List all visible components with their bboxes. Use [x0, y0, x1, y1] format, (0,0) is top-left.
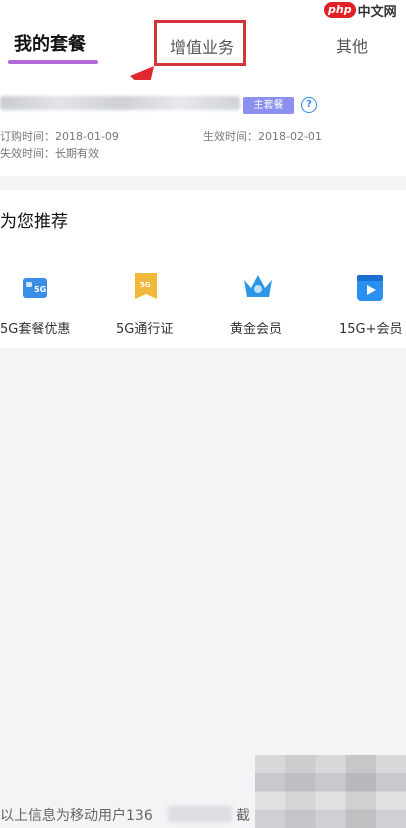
tab-other[interactable]: 其他 [336, 33, 368, 57]
svg-text:5G: 5G [140, 281, 151, 289]
help-icon[interactable]: ? [301, 97, 317, 113]
svg-text:5G: 5G [34, 285, 46, 294]
footer-number-blurred [168, 806, 232, 822]
crown-icon[interactable] [241, 271, 275, 307]
active-tab-indicator [8, 60, 98, 64]
footer-notice: 以上信息为移动用户136 [0, 808, 153, 824]
package-name-blurred [0, 96, 240, 110]
recommend-title: 为您推荐 [0, 212, 68, 232]
expire-time: 失效时间：长期有效 [0, 147, 99, 160]
watermark-text: 中文网 [357, 4, 397, 20]
rec-label-15g-member[interactable]: 15G+会员 [339, 318, 403, 337]
sim-5g-icon[interactable]: 5G [22, 277, 48, 303]
site-watermark: php 中文网 [324, 0, 397, 20]
tab-bar: 我的套餐 增值业务 其他 php 中文网 [0, 0, 406, 80]
rec-label-gold-member[interactable]: 黄金会员 [230, 318, 282, 337]
footer-tail: 截 [236, 808, 250, 824]
effective-time: 生效时间：2018-02-01 [203, 130, 322, 143]
main-package-badge: 主套餐 [243, 97, 294, 114]
rec-label-5g-pass[interactable]: 5G通行证 [116, 318, 173, 337]
order-time: 订购时间：2018-01-09 [0, 130, 119, 143]
mosaic-overlay [255, 755, 406, 828]
5g-pass-icon[interactable]: 5G [133, 272, 159, 306]
highlight-box [154, 20, 246, 66]
video-play-icon[interactable] [356, 272, 384, 306]
rec-label-5g-package[interactable]: 5G套餐优惠 [0, 318, 70, 337]
watermark-logo: php [324, 2, 356, 18]
tab-my-package[interactable]: 我的套餐 [14, 30, 86, 56]
